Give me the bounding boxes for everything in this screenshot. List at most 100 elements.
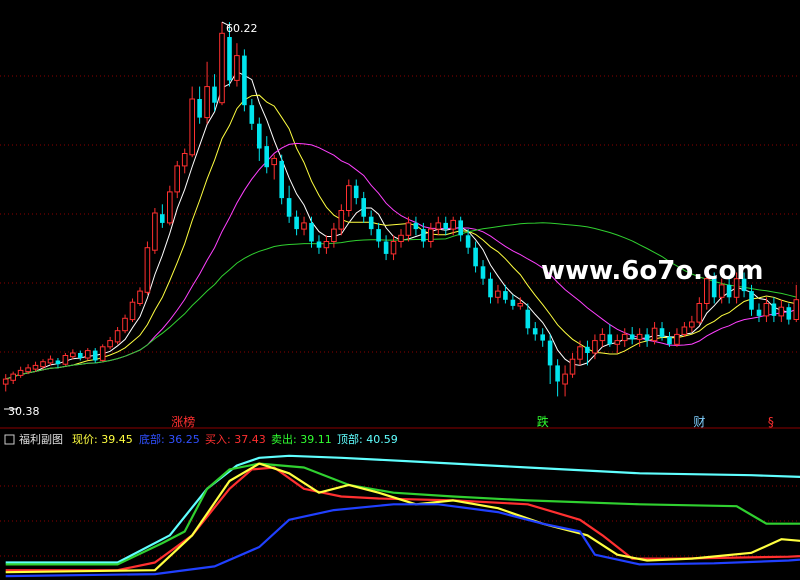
- candle-body: [114, 330, 121, 343]
- candle-body: [405, 222, 412, 236]
- candle: [323, 235, 330, 254]
- candle-body: [331, 228, 337, 243]
- candle: [771, 297, 777, 323]
- candle-body: [353, 185, 359, 199]
- watermark: www.6o7o.com: [541, 256, 763, 286]
- candle: [10, 371, 16, 385]
- moving-average-lines: [5, 71, 797, 380]
- event-tag-2: 财: [693, 415, 705, 429]
- candle-body: [667, 336, 672, 345]
- candle-body: [212, 86, 217, 103]
- indicator-legend-4: 顶部: 40.59: [337, 432, 398, 446]
- candle: [271, 154, 277, 180]
- candle-body: [503, 291, 508, 300]
- candle-body: [421, 229, 426, 242]
- candle-body: [547, 340, 553, 366]
- candle-body: [674, 333, 680, 345]
- candle: [242, 49, 247, 112]
- indicator-lines: [5, 454, 800, 578]
- candle: [749, 284, 754, 316]
- candle: [793, 284, 800, 323]
- candle: [599, 328, 606, 347]
- candle: [778, 299, 785, 323]
- candle: [621, 328, 628, 347]
- candle-body: [480, 266, 486, 279]
- candle-body: [99, 346, 106, 361]
- candle-body: [621, 333, 628, 342]
- candle-body: [413, 222, 419, 230]
- candle: [234, 43, 240, 87]
- candle: [167, 185, 173, 226]
- candle: [577, 340, 583, 366]
- candle: [62, 353, 69, 366]
- candle-body: [592, 340, 598, 354]
- candle: [152, 208, 158, 254]
- candle-body: [242, 55, 247, 106]
- candle-body: [458, 220, 463, 236]
- candle: [17, 366, 24, 378]
- candle: [316, 235, 322, 254]
- candle-body: [70, 352, 76, 358]
- candle-body: [264, 146, 269, 168]
- candle-body: [718, 284, 725, 298]
- candle-body: [160, 214, 165, 223]
- candle-body: [435, 222, 442, 230]
- candle-body: [473, 247, 478, 267]
- candle: [517, 297, 524, 310]
- candle-body: [398, 234, 404, 243]
- indicator-toggle-icon[interactable]: [4, 434, 15, 445]
- candle-body: [144, 247, 151, 293]
- candle-body: [771, 303, 777, 316]
- candle-body: [92, 350, 98, 361]
- candle-body: [786, 307, 792, 320]
- candlesticks: [2, 22, 800, 397]
- candle-body: [376, 229, 381, 242]
- candle: [346, 179, 352, 217]
- candle-body: [32, 364, 39, 370]
- candle-body: [47, 358, 54, 364]
- candle-body: [17, 369, 24, 376]
- indicator-panel: 福利副图 现价: 39.45 底部: 36.25 买入: 37.43 卖出: 39.1…: [0, 432, 800, 578]
- candle-body: [301, 222, 307, 230]
- candle: [294, 210, 299, 236]
- candle: [219, 22, 225, 106]
- candle-body: [585, 346, 590, 353]
- candle-body: [85, 350, 91, 359]
- indicator-legend-3: 卖出: 39.11: [271, 432, 332, 446]
- candle-body: [55, 360, 61, 365]
- candle-body: [167, 191, 173, 224]
- candle: [361, 191, 366, 223]
- high-price-label: 60.22: [226, 22, 258, 35]
- candle: [674, 328, 680, 347]
- candle: [428, 222, 434, 248]
- ma5-line: [5, 71, 797, 380]
- candle-body: [368, 216, 374, 230]
- candle-body: [152, 212, 158, 251]
- candle-body: [294, 216, 299, 230]
- candle-body: [346, 185, 352, 211]
- candle-body: [234, 55, 240, 81]
- candle-body: [569, 358, 576, 375]
- candle-body: [257, 123, 262, 149]
- candle-body: [614, 340, 621, 345]
- candle-body: [629, 334, 635, 340]
- candle-body: [2, 378, 9, 385]
- indicator-legend: 福利副图 现价: 39.45 底部: 36.25 买入: 37.43 卖出: 39.1…: [4, 432, 398, 446]
- event-tags: 涨榜 跌 财 §: [171, 414, 774, 429]
- candle: [435, 216, 442, 236]
- candle-body: [174, 165, 180, 193]
- candle-body: [562, 373, 568, 385]
- candle-body: [495, 290, 501, 298]
- candle-body: [644, 334, 650, 341]
- candle-body: [793, 299, 800, 321]
- candle: [629, 327, 635, 345]
- candle-body: [309, 222, 314, 242]
- candle-body: [525, 309, 531, 329]
- candle-body: [599, 333, 606, 342]
- candle-body: [25, 367, 31, 373]
- main-grid: [0, 75, 800, 429]
- candle-body: [189, 98, 195, 156]
- candle-body: [122, 317, 128, 332]
- candle: [181, 148, 188, 174]
- candle-body: [607, 334, 613, 345]
